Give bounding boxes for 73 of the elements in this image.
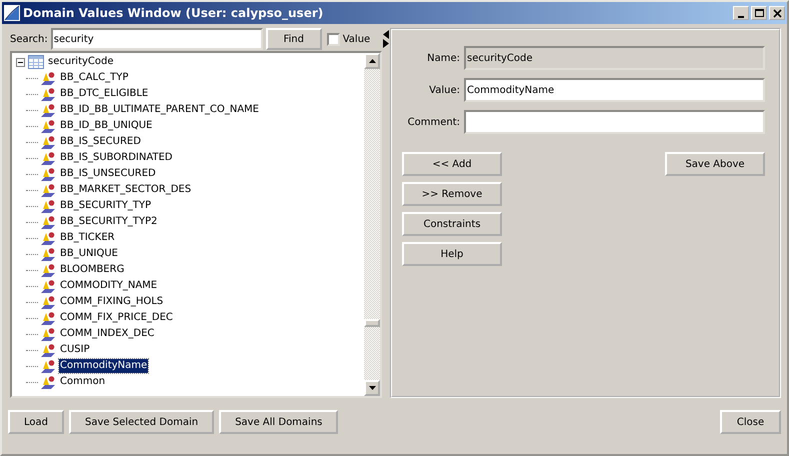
action-button[interactable]: Save Selected Domain [69,410,214,434]
tree-item[interactable]: BB_ID_BB_ULTIMATE_PARENT_CO_NAME [59,103,260,117]
tree-item[interactable]: BB_DTC_ELIGIBLE [59,87,150,101]
search-label: Search: [10,34,48,44]
minimize-icon[interactable] [733,6,749,20]
value-icon [40,134,56,150]
value-icon [40,70,56,86]
value-icon [40,310,56,326]
value-icon [40,230,56,246]
value-icon [40,198,56,214]
window-icon [4,5,20,21]
field-label: Value: [428,84,460,96]
field-label: Name: [426,52,460,64]
value-icon [40,262,56,278]
tree-item[interactable]: BLOOMBERG [59,263,126,277]
close-icon[interactable] [769,6,785,20]
field-label: Comment: [406,116,460,128]
action-button[interactable]: Help [402,242,502,266]
value-icon [40,182,56,198]
tree-item[interactable]: CommodityName [59,359,148,373]
value-icon [40,294,56,310]
tree-item[interactable]: BB_UNIQUE [59,247,119,261]
checkbox-label: Value [342,34,370,44]
input-field[interactable]: CommodityName [464,78,765,102]
action-button[interactable]: Constraints [402,212,502,236]
scrollbar[interactable] [364,53,380,396]
tree-item[interactable]: BB_SECURITY_TYP2 [59,215,158,229]
input-field[interactable] [464,110,765,134]
action-button[interactable]: Load [8,410,64,434]
search-field[interactable]: security [50,28,263,50]
value-icon [40,166,56,182]
value-icon [40,214,56,230]
tree-item[interactable]: COMM_INDEX_DEC [59,327,156,341]
tree-item[interactable]: Common [59,375,106,389]
tree-item[interactable]: COMMODITY_NAME [59,279,158,293]
splitter-arrows-icon[interactable] [383,30,389,48]
value-icon [40,246,56,262]
value-checkbox[interactable] [326,32,340,46]
scroll-up-icon[interactable] [364,53,380,69]
tree-item[interactable]: BB_IS_SUBORDINATED [59,151,174,165]
find-button[interactable]: Find [266,28,322,50]
tree-item[interactable]: BB_IS_SECURED [59,135,142,149]
scroll-thumb[interactable] [364,319,380,327]
tree-item[interactable]: CUSIP [59,343,91,357]
value-icon [40,278,56,294]
value-icon [40,342,56,358]
action-button[interactable]: << Add [402,152,502,176]
close-button[interactable]: Close [720,410,781,434]
tree-item[interactable]: securityCode [47,55,115,69]
value-icon [40,358,56,374]
tree-item[interactable]: COMM_FIXING_HOLS [59,295,164,309]
input-field: securityCode [464,46,765,70]
value-icon [40,326,56,342]
tree-item[interactable]: BB_SECURITY_TYP [59,199,152,213]
tree-item[interactable]: BB_ID_BB_UNIQUE [59,119,154,133]
save-button[interactable]: Save Above [665,152,765,176]
action-button[interactable]: >> Remove [402,182,502,206]
tree-item[interactable]: BB_IS_UNSECURED [59,167,157,181]
value-icon [40,374,56,390]
collapse-icon[interactable] [16,58,25,66]
scroll-down-icon[interactable] [364,380,380,396]
tree-item[interactable]: BB_MARKET_SECTOR_DES [59,183,192,197]
value-icon [40,102,56,118]
value-icon [40,86,56,102]
tree-item[interactable]: BB_CALC_TYP [59,71,130,85]
tree-item[interactable]: BB_TICKER [59,231,116,245]
value-icon [40,118,56,134]
window-title: Domain Values Window (User: calypso_user) [23,6,324,20]
tree-item[interactable]: COMM_FIX_PRICE_DEC [59,311,174,325]
maximize-icon[interactable] [751,6,767,20]
action-button[interactable]: Save All Domains [219,410,338,434]
table-icon [28,55,44,69]
value-icon [40,150,56,166]
